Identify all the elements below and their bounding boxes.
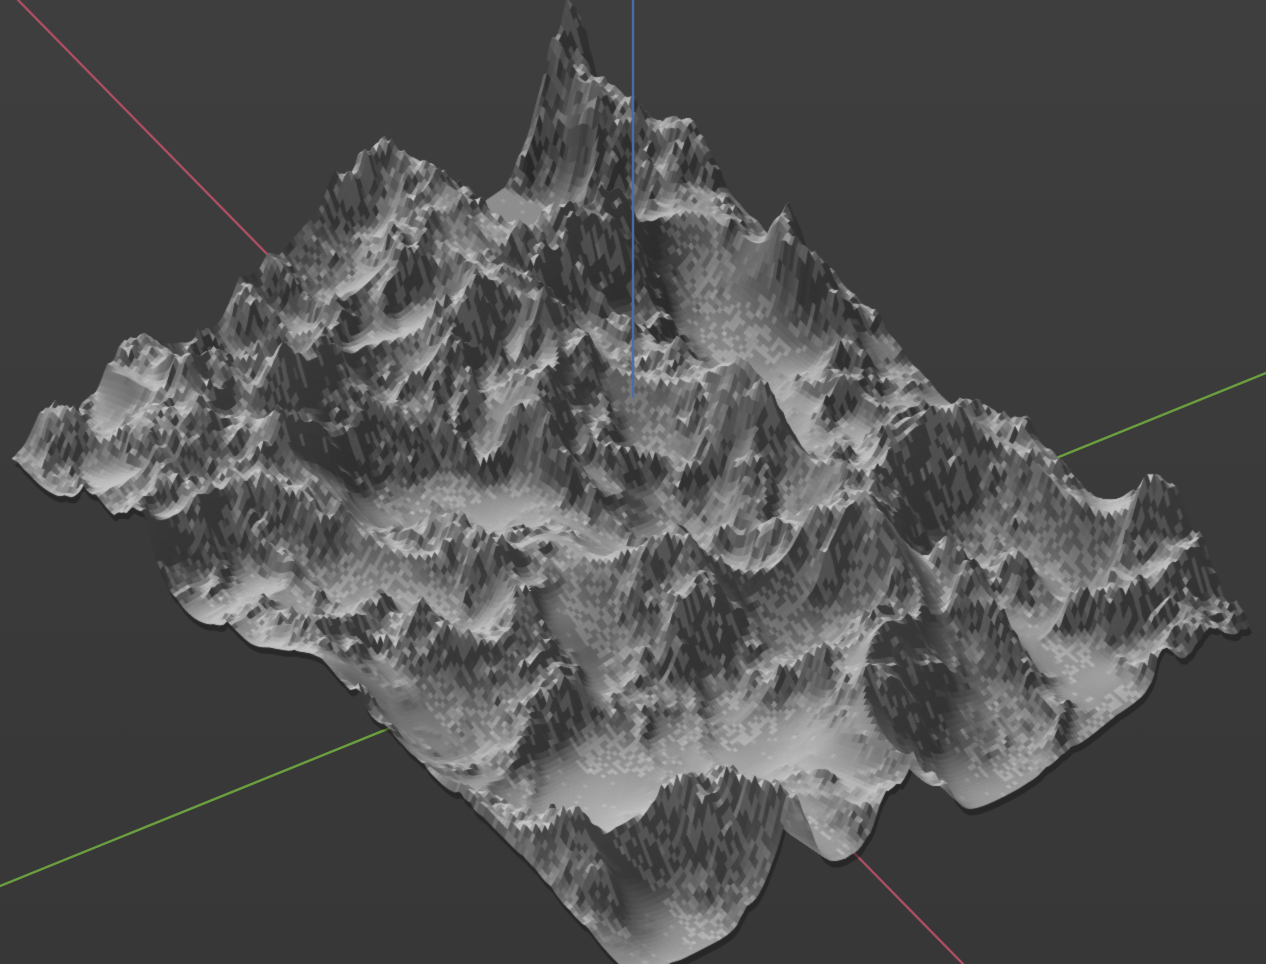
- terrain-mesh[interactable]: [0, 0, 1266, 964]
- 3d-viewport[interactable]: [0, 0, 1266, 964]
